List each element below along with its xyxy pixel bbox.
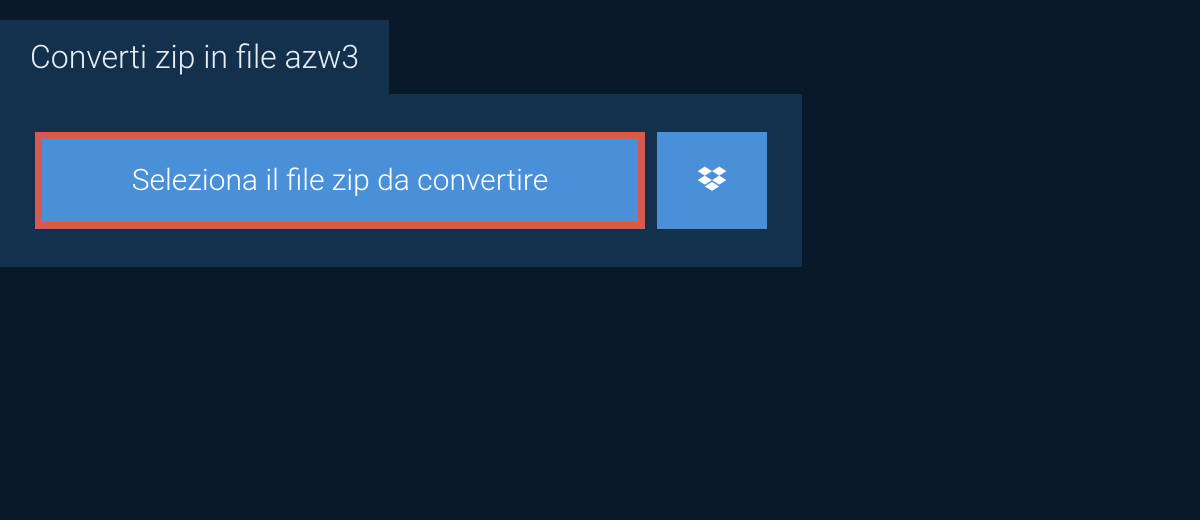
- button-row: Seleziona il file zip da convertire: [35, 132, 767, 229]
- tab-title: Converti zip in file azw3: [30, 38, 359, 76]
- dropbox-button[interactable]: [657, 132, 767, 229]
- tab-container: Converti zip in file azw3: [0, 20, 1200, 94]
- tab-converter[interactable]: Converti zip in file azw3: [0, 20, 389, 94]
- select-file-label: Seleziona il file zip da convertire: [132, 163, 549, 198]
- dropbox-icon: [694, 163, 730, 199]
- select-file-button[interactable]: Seleziona il file zip da convertire: [35, 132, 645, 229]
- converter-panel: Seleziona il file zip da convertire: [0, 94, 802, 267]
